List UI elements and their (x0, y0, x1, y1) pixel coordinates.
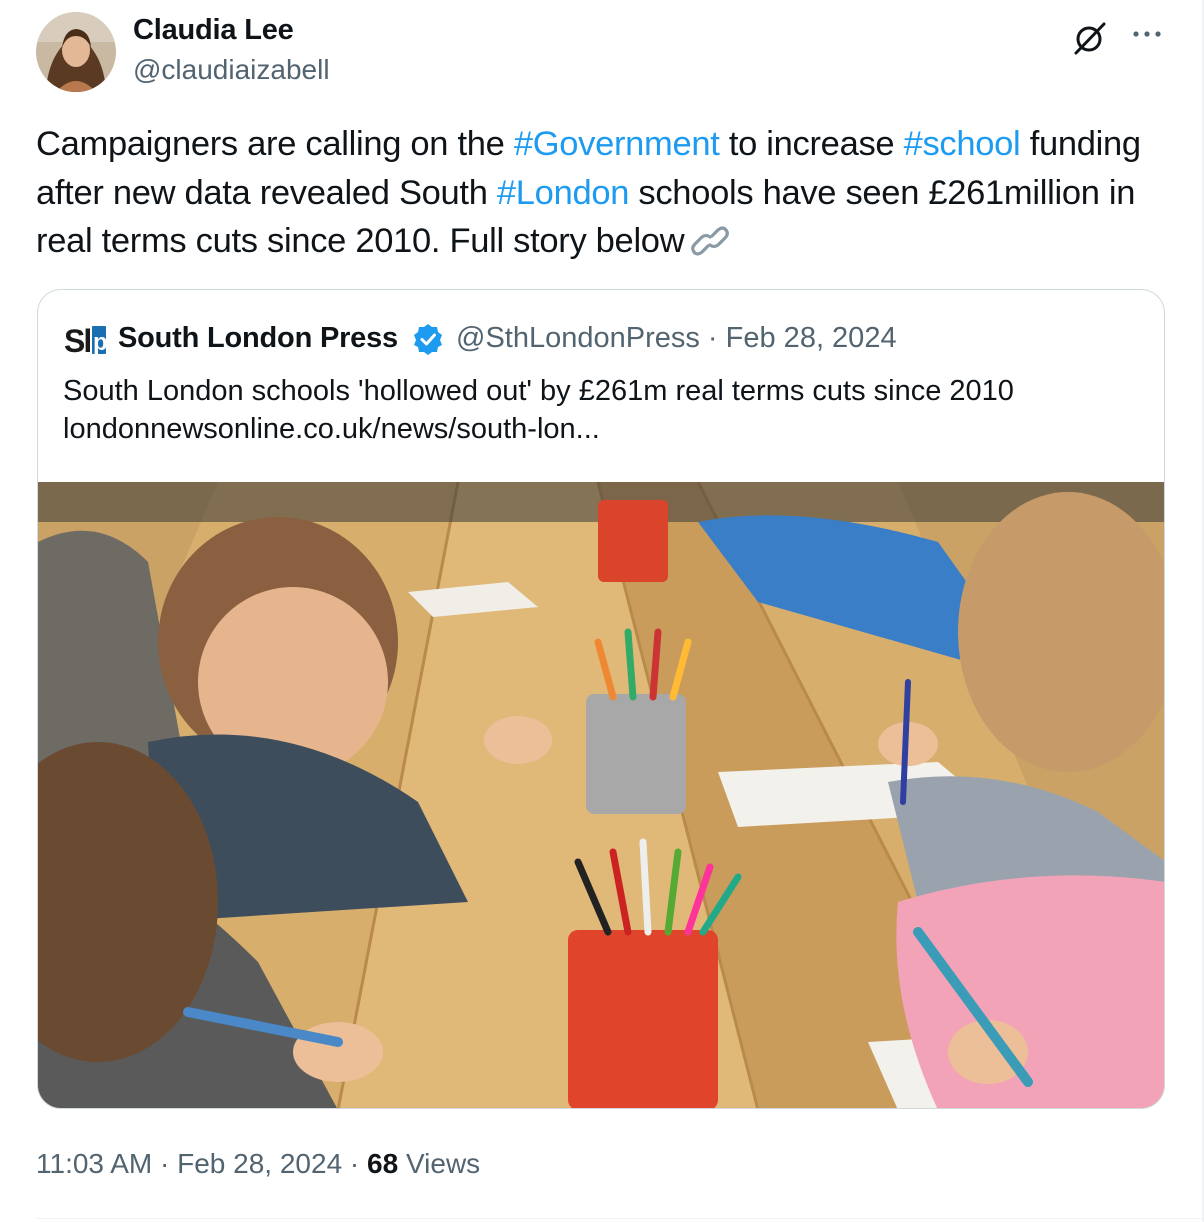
quoted-handle[interactable]: @SthLondonPress (456, 322, 700, 354)
slp-logo-icon: Sl p (64, 323, 108, 358)
views-label: Views (398, 1148, 481, 1179)
tweet-text: Campaigners are calling on the #Governme… (36, 120, 1166, 266)
grok-icon[interactable] (1070, 18, 1110, 58)
verified-badge-icon (414, 324, 442, 355)
author-avatar[interactable] (36, 12, 116, 92)
hashtag-school[interactable]: #school (904, 125, 1021, 163)
author-name[interactable]: Claudia Lee (133, 14, 294, 47)
views-count[interactable]: 68 (367, 1148, 398, 1179)
quoted-meta: @SthLondonPress · Feb 28, 2024 (456, 322, 897, 355)
svg-text:Sl: Sl (64, 323, 90, 358)
bottom-divider (36, 1218, 1204, 1219)
avatar-photo-icon (36, 12, 116, 92)
meta-separator: · (699, 322, 726, 354)
more-options-icon[interactable] (1127, 18, 1167, 58)
quoted-tweet-card[interactable]: Sl p South London Press @SthLondonPress … (37, 289, 1165, 1109)
tweet-date[interactable]: Feb 28, 2024 (177, 1148, 342, 1179)
quoted-headline: South London schools 'hollowed out' by £… (63, 375, 1014, 407)
svg-text:p: p (93, 329, 108, 356)
quoted-author-name[interactable]: South London Press (118, 322, 398, 355)
hashtag-government[interactable]: #Government (514, 125, 720, 163)
tweet-text-segment: to increase (719, 125, 904, 163)
link-emoji-icon (691, 226, 730, 256)
footer-separator: · (342, 1148, 368, 1179)
quoted-date[interactable]: Feb 28, 2024 (726, 322, 897, 354)
hashtag-london[interactable]: #London (497, 174, 630, 212)
quoted-text: South London schools 'hollowed out' by £… (63, 372, 1143, 448)
tweet-time[interactable]: 11:03 AM (36, 1148, 152, 1179)
author-handle[interactable]: @claudiaizabell (133, 54, 330, 86)
tweet-footer: 11:03 AM · Feb 28, 2024 · 68 Views (36, 1148, 480, 1180)
children-drawing-photo-icon[interactable] (38, 482, 1165, 1109)
tweet-text-segment: Campaigners are calling on the (36, 125, 514, 163)
quoted-link[interactable]: londonnewsonline.co.uk/news/south-lon... (63, 410, 1143, 448)
footer-separator: · (152, 1148, 178, 1179)
